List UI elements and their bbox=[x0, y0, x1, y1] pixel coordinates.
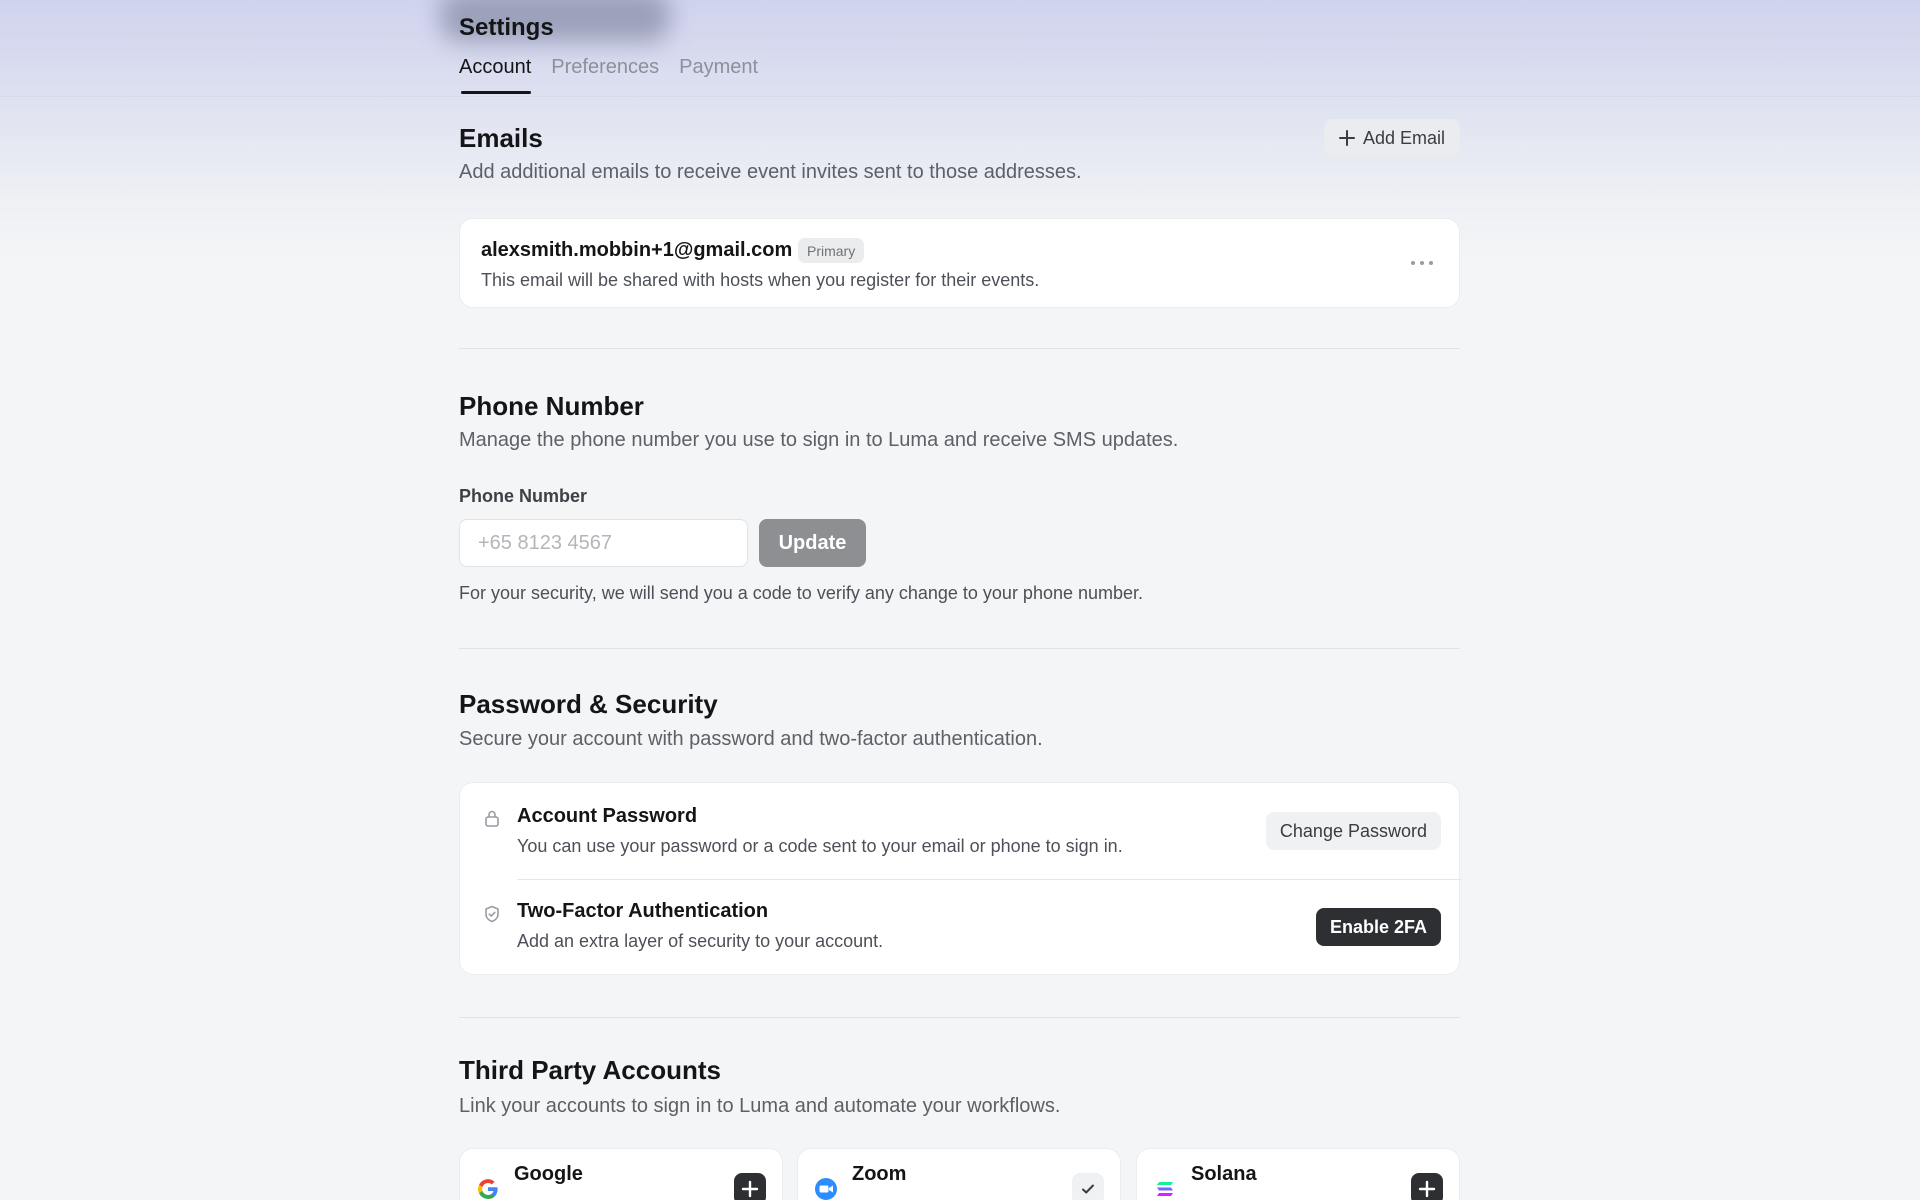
plus-icon bbox=[1338, 130, 1355, 146]
google-icon bbox=[478, 1179, 498, 1199]
third-party-section: Third Party Accounts Link your accounts … bbox=[459, 1018, 1460, 1200]
check-icon bbox=[1082, 1184, 1094, 1194]
plus-icon bbox=[1418, 1180, 1436, 1198]
google-account-card: Google bbox=[459, 1148, 783, 1200]
change-password-button[interactable]: Change Password bbox=[1265, 812, 1441, 850]
add-email-label: Add Email bbox=[1362, 127, 1445, 148]
more-options-icon[interactable] bbox=[1411, 253, 1433, 273]
emails-description: Add additional emails to receive event i… bbox=[459, 161, 1082, 183]
phone-title: Phone Number bbox=[459, 391, 644, 421]
google-name: Google bbox=[514, 1163, 583, 1185]
phone-field-label: Phone Number bbox=[459, 486, 588, 506]
phone-description: Manage the phone number you use to sign … bbox=[459, 429, 1179, 451]
third-party-description: Link your accounts to sign in to Luma an… bbox=[459, 1095, 1061, 1117]
settings-tabs: Account Preferences Payment bbox=[459, 56, 758, 94]
solana-icon bbox=[1157, 1182, 1173, 1196]
enable-2fa-button[interactable]: Enable 2FA bbox=[1315, 908, 1441, 946]
tab-preferences[interactable]: Preferences bbox=[551, 56, 659, 93]
security-title: Password & Security bbox=[459, 689, 718, 719]
tab-payment[interactable]: Payment bbox=[679, 56, 758, 93]
account-password-title: Account Password bbox=[517, 805, 698, 827]
email-card: alexsmith.mobbin+1@gmail.com Primary Thi… bbox=[459, 218, 1460, 308]
account-password-subtitle: You can use your password or a code sent… bbox=[517, 836, 1123, 856]
add-email-button[interactable]: Add Email bbox=[1323, 119, 1460, 157]
primary-badge: Primary bbox=[798, 238, 865, 263]
emails-title: Emails bbox=[459, 123, 543, 153]
zoom-account-card: Zoom bbox=[797, 1148, 1121, 1200]
solana-account-card: Solana bbox=[1136, 1148, 1460, 1200]
zoom-name: Zoom bbox=[852, 1163, 907, 1185]
page-title: Settings bbox=[459, 14, 554, 41]
phone-input[interactable]: +65 8123 4567 bbox=[459, 519, 748, 567]
security-section: Password & Security Secure your account … bbox=[459, 649, 1461, 1015]
email-address: alexsmith.mobbin+1@gmail.com bbox=[481, 239, 793, 261]
update-button[interactable]: Update bbox=[759, 519, 866, 567]
emails-section: Emails Add additional emails to receive … bbox=[459, 97, 1460, 347]
add-google-button[interactable] bbox=[734, 1173, 766, 1200]
two-factor-title: Two-Factor Authentication bbox=[517, 900, 769, 922]
solana-name: Solana bbox=[1191, 1163, 1257, 1185]
phone-help-text: For your security, we will send you a co… bbox=[459, 583, 1144, 603]
zoom-connected-button[interactable] bbox=[1072, 1173, 1104, 1200]
email-note: This email will be shared with hosts whe… bbox=[481, 270, 1040, 290]
two-factor-subtitle: Add an extra layer of security to your a… bbox=[517, 931, 884, 951]
tab-account[interactable]: Account bbox=[459, 56, 532, 94]
add-solana-button[interactable] bbox=[1411, 1173, 1443, 1200]
two-factor-row: Two-Factor Authentication Add an extra l… bbox=[460, 879, 1461, 975]
shield-icon bbox=[485, 905, 499, 923]
third-party-title: Third Party Accounts bbox=[459, 1055, 721, 1085]
security-description: Secure your account with password and tw… bbox=[459, 728, 1043, 750]
settings-header: Settings Account Preferences Payment bbox=[0, 0, 1920, 97]
security-card: Account Password You can use your passwo… bbox=[459, 782, 1461, 975]
lock-icon bbox=[485, 810, 499, 827]
plus-icon bbox=[741, 1180, 759, 1198]
phone-section: Phone Number Manage the phone number you… bbox=[459, 349, 1460, 649]
account-password-row: Account Password You can use your passwo… bbox=[460, 783, 1461, 880]
zoom-icon bbox=[815, 1178, 837, 1200]
third-party-grid: Google Zoom Solana bbox=[459, 1148, 1460, 1200]
